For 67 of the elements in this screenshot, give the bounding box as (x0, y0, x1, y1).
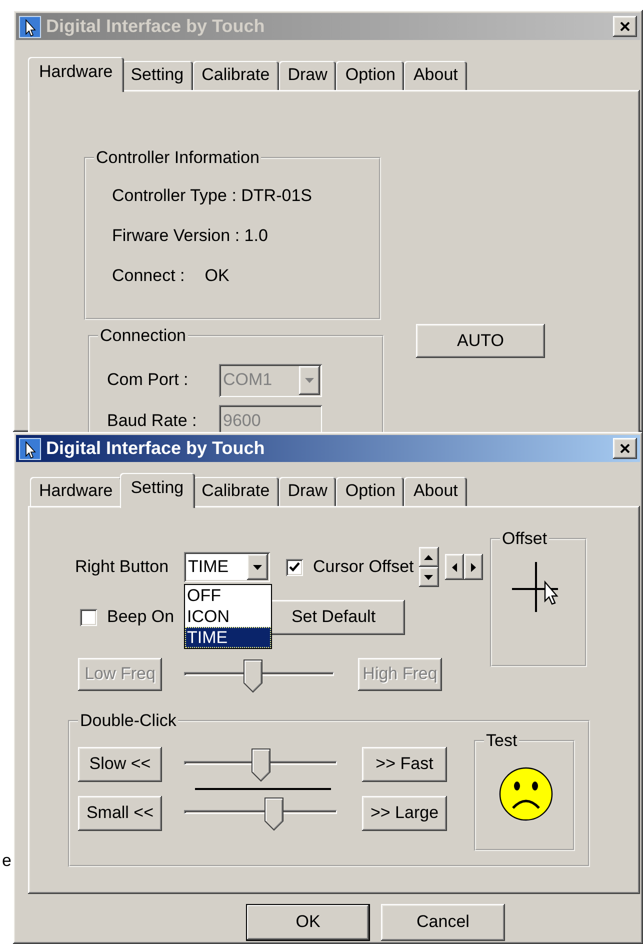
group-title: Test (485, 731, 518, 751)
slider[interactable] (184, 796, 337, 832)
tab[interactable]: Calibrate (192, 61, 279, 90)
field-label: Com Port : (107, 370, 190, 391)
tab[interactable]: Option (336, 61, 404, 90)
spin-left-button[interactable] (444, 554, 464, 580)
group-title: Double-Click (79, 711, 178, 731)
tab[interactable]: Hardware (28, 57, 124, 92)
text-fragment: e (2, 851, 12, 872)
caret-icon (253, 564, 262, 570)
checkmark-icon (289, 562, 300, 572)
faster-button[interactable]: >> Large (362, 796, 447, 831)
close-button[interactable] (613, 16, 637, 37)
close-icon (620, 22, 630, 31)
sad-face-icon (498, 766, 554, 822)
left-arrow-icon (452, 562, 457, 572)
dialog-button[interactable]: OK (246, 904, 370, 941)
spin-up-button[interactable] (418, 547, 439, 567)
dropdown-arrow-button[interactable] (247, 554, 268, 580)
close-icon (620, 444, 630, 453)
tab[interactable]: Calibrate (192, 477, 279, 506)
tab[interactable]: Setting (120, 473, 195, 508)
up-arrow-icon (424, 554, 434, 560)
window-title: Digital Interface by Touch (46, 438, 266, 460)
info-value: OK (204, 266, 230, 286)
tab[interactable]: Hardware (30, 477, 122, 506)
spin-right-button[interactable] (464, 554, 483, 580)
slower-button[interactable]: Slow << (78, 747, 162, 782)
down-arrow-icon (424, 574, 434, 580)
window-title: Digital Interface by Touch (46, 16, 266, 38)
info-label: Firware Version : 1.0 (112, 226, 268, 246)
slider-thumb[interactable] (264, 796, 284, 830)
slower-button[interactable]: Small << (78, 796, 162, 831)
tab[interactable]: Draw (278, 61, 336, 90)
spin-down-button[interactable] (418, 567, 439, 587)
slider-thumb[interactable] (250, 748, 270, 782)
tab[interactable]: About (404, 477, 467, 506)
checkbox-label[interactable]: Cursor Offset (313, 556, 414, 578)
pointer-icon (19, 16, 41, 38)
right-arrow-icon (470, 562, 476, 572)
checkbox-label[interactable]: Beep On (107, 607, 174, 628)
checkbox[interactable] (80, 608, 97, 626)
tab[interactable]: Setting (122, 61, 193, 90)
group-title: Offset (501, 529, 548, 549)
faster-button[interactable]: >> Fast (362, 747, 447, 782)
dialog-button[interactable]: Cancel (381, 904, 505, 941)
pointer-icon (19, 438, 41, 460)
crosshair-icon (511, 561, 559, 613)
caret-icon (305, 378, 314, 383)
info-label: Connect : (112, 266, 185, 286)
slider[interactable] (184, 658, 334, 694)
info-label: Controller Type : DTR-01S (112, 186, 312, 206)
auto-button[interactable]: AUTO (416, 324, 545, 358)
tab[interactable]: Draw (278, 477, 336, 506)
dropdown[interactable]: TIME (184, 552, 270, 582)
slider[interactable] (184, 748, 337, 784)
close-button[interactable] (613, 438, 637, 459)
tab[interactable]: Option (336, 477, 404, 506)
field-label: Baud Rate : (107, 411, 198, 432)
tab[interactable]: About (404, 61, 467, 90)
field-label: Right Button (75, 556, 170, 578)
cursor-icon (544, 580, 558, 605)
checkbox[interactable] (286, 558, 303, 576)
group-title: Connection (99, 326, 188, 346)
slider-thumb[interactable] (242, 658, 262, 692)
dropdown-option[interactable]: TIME (185, 627, 271, 648)
group-title: Controller Information (95, 148, 260, 168)
